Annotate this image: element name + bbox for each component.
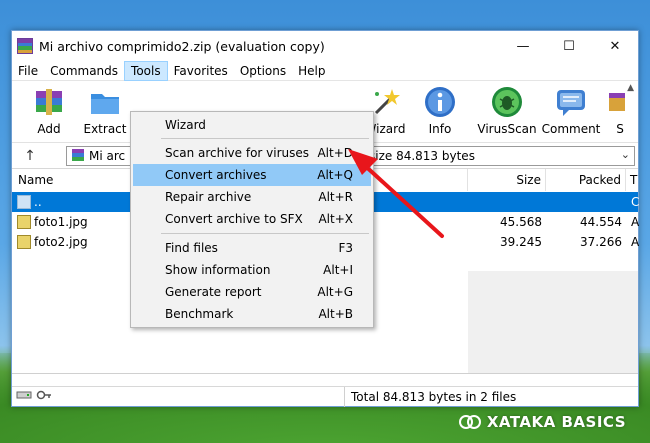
archive-path-icon (71, 148, 85, 165)
menu-item-generate-report[interactable]: Generate report Alt+G (133, 281, 371, 303)
column-size[interactable]: Size (468, 169, 546, 191)
menu-file[interactable]: File (12, 61, 44, 81)
comment-label: Comment (541, 122, 601, 136)
empty-list-area (468, 271, 638, 373)
comment-button[interactable]: Comment (540, 85, 602, 136)
extract-button[interactable]: Extract (74, 85, 136, 136)
column-packed[interactable]: Packed (546, 169, 626, 191)
red-arrow-annotation (348, 149, 444, 238)
virus-bug-icon (490, 85, 524, 119)
menu-commands[interactable]: Commands (44, 61, 124, 81)
menu-bar: File Commands Tools Favorites Options He… (12, 60, 638, 81)
watermark-logo-icon (458, 415, 481, 429)
up-one-level-button[interactable]: ↑ (12, 148, 48, 164)
status-text: Total 84.813 bytes in 2 files (344, 386, 516, 407)
menu-item-benchmark[interactable]: Benchmark Alt+B (133, 303, 371, 325)
file-type: C (631, 195, 640, 209)
file-name: foto1.jpg (34, 215, 88, 229)
menu-separator (161, 138, 369, 139)
info-icon (423, 85, 457, 119)
menu-options[interactable]: Options (234, 61, 292, 81)
file-packed: 44.554 (580, 215, 622, 229)
close-button[interactable]: ✕ (592, 31, 638, 61)
add-button[interactable]: Add (18, 85, 80, 136)
maximize-button[interactable]: ☐ (546, 31, 592, 61)
status-bar: Total 84.813 bytes in 2 files (12, 386, 638, 407)
virusscan-button[interactable]: VirusScan (476, 85, 538, 136)
menu-item-find-files[interactable]: Find files F3 (133, 237, 371, 259)
folder-icon (88, 85, 122, 119)
jpg-file-icon (17, 235, 31, 249)
file-name: foto2.jpg (34, 235, 88, 249)
extract-label: Extract (83, 122, 127, 136)
virusscan-label: VirusScan (477, 122, 537, 136)
menu-item-wizard[interactable]: Wizard (133, 114, 371, 136)
info-button[interactable]: Info (409, 85, 471, 136)
menu-item-convert-archives[interactable]: Convert archives Alt+Q (133, 164, 371, 186)
watermark-text: XATAKA BASICS (486, 413, 626, 431)
menu-help[interactable]: Help (292, 61, 331, 81)
menu-separator (161, 233, 369, 234)
tools-dropdown-menu: Wizard Scan archive for viruses Alt+D Co… (130, 111, 374, 328)
toolbar-scroll-up-icon[interactable]: ▲ (627, 83, 634, 93)
file-size: 45.568 (500, 215, 542, 229)
winrar-window: Mi archivo comprimido2.zip (evaluation c… (11, 30, 639, 407)
winrar-app-icon (17, 38, 33, 54)
menu-item-repair-archive[interactable]: Repair archive Alt+R (133, 186, 371, 208)
key-lock-icon[interactable] (36, 389, 52, 404)
window-title: Mi archivo comprimido2.zip (evaluation c… (39, 38, 325, 54)
comment-icon (554, 85, 588, 119)
info-label: Info (428, 122, 452, 136)
path-dropdown-icon[interactable]: ⌄ (621, 148, 630, 161)
path-text: Mi arc (89, 149, 126, 163)
xataka-watermark: XATAKA BASICS (458, 413, 626, 431)
add-label: Add (37, 122, 61, 136)
sfx-label: S (616, 122, 624, 136)
menu-item-convert-sfx[interactable]: Convert archive to SFX Alt+X (133, 208, 371, 230)
file-packed: 37.266 (580, 235, 622, 249)
menu-favorites[interactable]: Favorites (168, 61, 234, 81)
jpg-file-icon (17, 215, 31, 229)
menu-tools[interactable]: Tools (124, 60, 168, 81)
file-type: A (631, 215, 640, 229)
menu-item-scan-viruses[interactable]: Scan archive for viruses Alt+D (133, 142, 371, 164)
archive-books-icon (32, 85, 66, 119)
parent-folder-icon (17, 195, 31, 209)
file-size: 39.245 (500, 235, 542, 249)
column-type[interactable]: T (626, 169, 640, 191)
file-type: A (631, 235, 640, 249)
file-name: .. (34, 195, 42, 209)
drive-icon[interactable] (16, 389, 32, 404)
title-bar[interactable]: Mi archivo comprimido2.zip (evaluation c… (12, 31, 638, 61)
minimize-button[interactable]: — (500, 31, 546, 61)
menu-item-show-information[interactable]: Show information Alt+I (133, 259, 371, 281)
